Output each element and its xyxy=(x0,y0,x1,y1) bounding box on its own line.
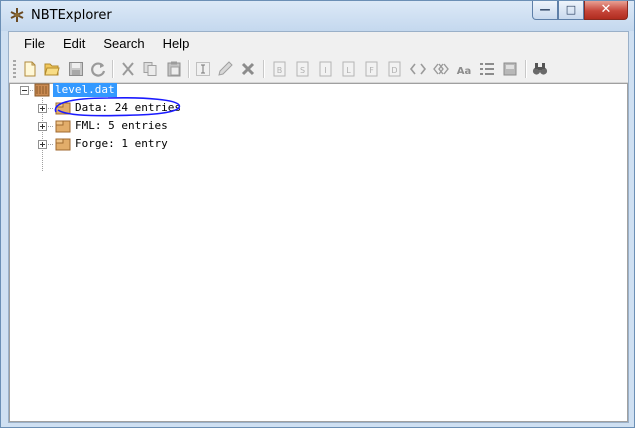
open-folder-icon[interactable] xyxy=(43,60,61,78)
delete-icon[interactable] xyxy=(239,60,257,78)
copy-icon[interactable] xyxy=(141,60,159,78)
svg-text:B: B xyxy=(277,66,283,75)
edit-icon[interactable] xyxy=(216,60,234,78)
client-area: File Edit Search Help B S I L F D Aa lev… xyxy=(8,31,629,423)
toolbar: B S I L F D Aa xyxy=(9,56,628,83)
compound-folder-icon xyxy=(55,138,71,151)
add-double-tag-icon[interactable]: D xyxy=(386,60,404,78)
minimize-icon: — xyxy=(539,3,551,16)
close-icon: ✕ xyxy=(600,2,612,17)
toolbar-separator xyxy=(188,60,190,78)
find-icon[interactable] xyxy=(531,60,549,78)
toolbar-grip[interactable] xyxy=(13,60,16,78)
svg-text:D: D xyxy=(391,66,397,75)
add-long-tag-icon[interactable]: L xyxy=(340,60,358,78)
add-int-tag-icon[interactable]: I xyxy=(317,60,335,78)
collapse-toggle[interactable] xyxy=(20,86,29,95)
expand-toggle[interactable] xyxy=(38,140,47,149)
menu-help[interactable]: Help xyxy=(155,33,198,55)
refresh-icon[interactable] xyxy=(89,60,107,78)
title-bar[interactable]: NBTExplorer — □ ✕ xyxy=(1,1,634,31)
tree-node-label[interactable]: Forge: 1 entry xyxy=(73,137,170,151)
add-int-array-tag-icon[interactable] xyxy=(432,60,450,78)
add-compound-tag-icon[interactable] xyxy=(501,60,519,78)
toolbar-separator xyxy=(263,60,265,78)
add-byte-array-tag-icon[interactable] xyxy=(409,60,427,78)
app-window: NBTExplorer — □ ✕ File Edit Search Help xyxy=(0,0,635,428)
svg-text:I: I xyxy=(324,66,326,75)
maximize-icon: □ xyxy=(565,3,577,16)
annotation-circle xyxy=(54,97,181,117)
toolbar-separator xyxy=(525,60,527,78)
maximize-button[interactable]: □ xyxy=(558,1,584,20)
svg-text:L: L xyxy=(346,66,351,75)
add-short-tag-icon[interactable]: S xyxy=(294,60,312,78)
svg-text:S: S xyxy=(300,66,305,75)
add-byte-tag-icon[interactable]: B xyxy=(271,60,289,78)
add-list-tag-icon[interactable] xyxy=(478,60,496,78)
minimize-button[interactable]: — xyxy=(532,1,558,20)
window-title: NBTExplorer xyxy=(31,8,112,23)
menu-search[interactable]: Search xyxy=(95,33,152,55)
svg-text:F: F xyxy=(369,66,374,75)
cut-icon[interactable] xyxy=(119,60,137,78)
toolbar-separator xyxy=(112,60,114,78)
expand-toggle[interactable] xyxy=(38,122,47,131)
new-file-icon[interactable] xyxy=(21,60,39,78)
nbt-tree-view[interactable]: level.dat Data: 24 entries FML: 5 entrie… xyxy=(9,83,628,422)
tree-node-label[interactable]: FML: 5 entries xyxy=(73,119,170,133)
add-float-tag-icon[interactable]: F xyxy=(363,60,381,78)
app-logo-icon xyxy=(10,8,24,22)
save-icon[interactable] xyxy=(67,60,85,78)
menu-bar: File Edit Search Help xyxy=(9,32,628,56)
close-button[interactable]: ✕ xyxy=(584,1,628,20)
compound-folder-icon xyxy=(55,120,71,133)
add-string-tag-icon[interactable]: Aa xyxy=(455,60,473,78)
menu-file[interactable]: File xyxy=(16,33,53,55)
paste-icon[interactable] xyxy=(165,60,183,78)
menu-edit[interactable]: Edit xyxy=(55,33,93,55)
expand-toggle[interactable] xyxy=(38,104,47,113)
tree-connector xyxy=(46,144,54,145)
svg-text:Aa: Aa xyxy=(457,66,472,77)
rename-icon[interactable] xyxy=(194,60,212,78)
tree-connector xyxy=(46,126,54,127)
